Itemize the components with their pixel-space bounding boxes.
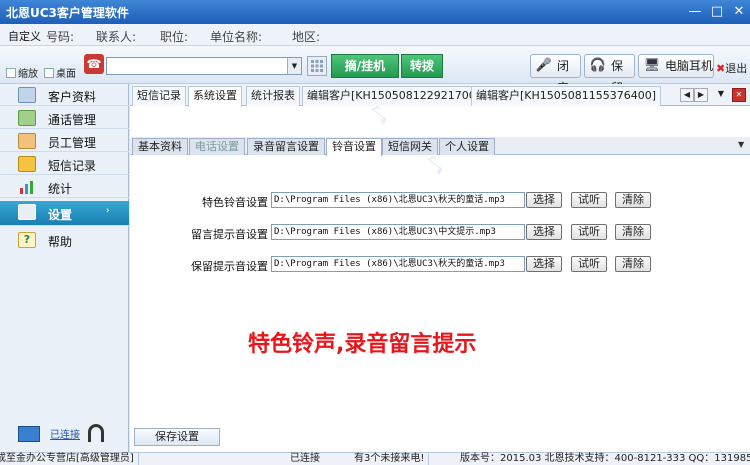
exit-icon: ✖: [716, 62, 726, 75]
save-settings-button[interactable]: 保存设置: [134, 428, 220, 446]
status-missed-calls[interactable]: 有3个未接来电!: [354, 453, 430, 465]
choose-button[interactable]: 选择: [526, 192, 562, 208]
ring-path-field[interactable]: D:\Program Files (x86)\北恩UC3\秋天的童话.mp3: [271, 192, 525, 208]
ring-setting-label: 保留提示音设置: [191, 260, 268, 273]
connection-status: 已连接: [50, 430, 80, 441]
status-account: 成至金办公专营店[高级管理员]: [0, 453, 139, 465]
tab-list-icon[interactable]: ▼: [714, 88, 728, 102]
headset-icon: [88, 424, 104, 442]
status-bar: 成至金办公专营店[高级管理员] 已连接 有3个未接来电! 版本号：2015.03…: [0, 452, 750, 465]
exit-button[interactable]: ✖退出: [716, 60, 747, 76]
settings-tabs: 基本资料 电话设置 录音留言设置 铃音设置 短信网关 个人设置 ▼: [130, 137, 750, 156]
customer-info-row: 自定义 号码: 联系人: 职位: 单位名称: 地区:: [0, 24, 750, 46]
sidebar: 客户资料 通话管理 员工管理 短信记录 统计 设置 › ? 帮助 已连接: [0, 84, 129, 452]
shrink-checkbox[interactable]: 缩放: [6, 65, 38, 80]
choose-button[interactable]: 选择: [526, 224, 562, 240]
hold-button[interactable]: 🎧 保留: [584, 54, 635, 95]
preview-button[interactable]: 试听: [571, 256, 607, 272]
preview-button[interactable]: 试听: [571, 224, 607, 240]
ring-path-field[interactable]: D:\Program Files (x86)\北恩UC3\秋天的童话.mp3: [271, 256, 525, 272]
minimize-button[interactable]: —: [686, 3, 704, 21]
ring-path-field[interactable]: D:\Program Files (x86)\北恩UC3\中文提示.mp3: [271, 224, 525, 240]
sidebar-item-help[interactable]: ? 帮助: [0, 229, 129, 253]
title-bar: 北恩UC3客户管理软件 — □ ✕: [0, 0, 750, 24]
sidebar-item-staff[interactable]: 员工管理: [0, 130, 129, 152]
maximize-button[interactable]: □: [708, 3, 726, 21]
staff-icon: [18, 133, 36, 149]
stats-icon: [18, 179, 36, 195]
desktop-label: 桌面: [56, 69, 76, 80]
sidebar-item-settings[interactable]: 设置 ›: [0, 201, 129, 226]
clear-button[interactable]: 清除: [615, 192, 651, 208]
chevron-right-icon: ›: [106, 206, 110, 216]
computer-icon: 🖥: [643, 58, 661, 73]
toolbar: 缩放 桌面 ☎ ▼ 摘/挂机 转拨 🎤 闭音 🎧 保留 🖥 电脑耳机 ✖退出: [0, 46, 750, 95]
hangup-button[interactable]: 摘/挂机: [331, 54, 399, 78]
pc-headset-button[interactable]: 🖥 电脑耳机: [638, 54, 714, 78]
tab-system-settings[interactable]: 系统设置: [188, 86, 242, 107]
info-field-company: 单位名称:: [210, 30, 263, 44]
tab-phone-settings[interactable]: 电话设置: [189, 138, 245, 155]
keypad-icon[interactable]: [307, 56, 327, 76]
sidebar-item-label: 统计: [48, 182, 73, 196]
sidebar-item-label: 员工管理: [48, 136, 97, 150]
info-field-contact: 联系人:: [96, 30, 137, 44]
sidebar-item-label: 客户资料: [48, 90, 97, 104]
sidebar-item-sms[interactable]: 短信记录: [0, 153, 129, 175]
info-field-position: 职位:: [160, 30, 189, 44]
ring-setting-label: 特色铃音设置: [202, 196, 268, 209]
computer-icon: [18, 426, 40, 442]
sidebar-item-label: 帮助: [48, 235, 73, 249]
tab-edit-customer-1[interactable]: 编辑客户[KH1505081229217000]: [302, 86, 493, 106]
choose-button[interactable]: 选择: [526, 256, 562, 272]
sidebar-item-label: 设置: [48, 208, 73, 222]
exit-label: 退出: [725, 62, 748, 75]
transfer-button[interactable]: 转拨: [401, 54, 443, 78]
preview-button[interactable]: 试听: [571, 192, 607, 208]
dial-number-combo[interactable]: ▼: [106, 57, 302, 75]
close-tab-icon[interactable]: ✕: [732, 88, 746, 102]
sidebar-item-stats[interactable]: 统计: [0, 176, 129, 198]
customer-icon: [18, 87, 36, 103]
info-field-phone: 号码:: [46, 30, 75, 44]
tab-stats-report[interactable]: 统计报表: [246, 86, 300, 106]
microphone-icon: 🎤: [535, 58, 553, 73]
sms-icon: [18, 156, 36, 172]
tab-recording-settings[interactable]: 录音留言设置: [247, 138, 325, 155]
tab-personal-settings[interactable]: 个人设置: [439, 138, 495, 155]
tab-edit-customer-2[interactable]: 编辑客户[KH1505081155376400]: [471, 86, 662, 106]
ring-setting-label: 留言提示音设置: [191, 228, 268, 241]
close-button[interactable]: ✕: [730, 3, 748, 21]
sidebar-item-customers[interactable]: 客户资料: [0, 84, 129, 106]
tab-basic-info[interactable]: 基本资料: [132, 138, 188, 155]
tab-scroll-right-icon[interactable]: ▶: [694, 88, 708, 102]
settings-icon: [18, 204, 36, 220]
status-connection: 已连接: [290, 453, 320, 464]
document-tabs: 短信记录 系统设置 统计报表 编辑客户[KH1505081229217000] …: [130, 84, 750, 107]
window-title: 北恩UC3客户管理软件: [6, 6, 129, 20]
mute-button[interactable]: 🎤 闭音: [530, 54, 581, 95]
status-version: 版本号：2015.03 北恩技术支持：400-8121-333 QQ：13198…: [460, 453, 750, 464]
help-icon: ?: [18, 232, 36, 248]
tab-sms-records[interactable]: 短信记录: [132, 86, 186, 106]
tab-ring-settings[interactable]: 铃音设置: [326, 138, 382, 156]
clear-button[interactable]: 清除: [615, 224, 651, 240]
chevron-down-icon[interactable]: ▼: [287, 58, 301, 74]
chevron-down-icon[interactable]: ▼: [738, 140, 744, 149]
customize-link[interactable]: 自定义: [8, 28, 41, 44]
feature-caption: 特色铃声,录音留言提示: [248, 332, 477, 357]
shrink-label: 缩放: [18, 69, 38, 80]
sidebar-item-label: 通话管理: [48, 113, 97, 127]
clear-button[interactable]: 清除: [615, 256, 651, 272]
sidebar-item-label: 短信记录: [48, 159, 97, 173]
headphones-icon: 🎧: [589, 58, 607, 73]
pc-headset-label: 电脑耳机: [665, 59, 714, 73]
info-field-region: 地区:: [292, 30, 321, 44]
tab-scroll-left-icon[interactable]: ◀: [680, 88, 694, 102]
desktop-checkbox[interactable]: 桌面: [44, 65, 76, 80]
sidebar-item-calls[interactable]: 通话管理: [0, 107, 129, 129]
call-manage-icon: [18, 110, 36, 126]
phone-icon[interactable]: ☎: [84, 54, 104, 74]
